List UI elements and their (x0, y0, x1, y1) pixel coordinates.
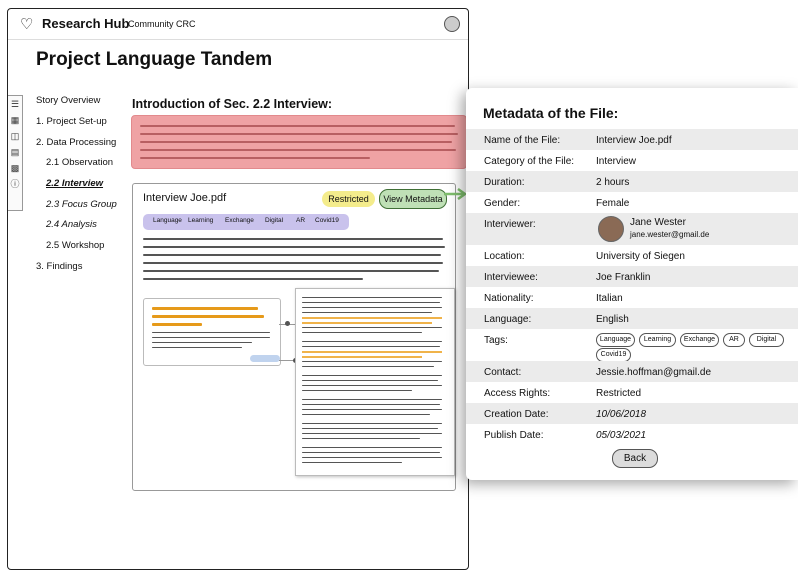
row-value: Interview Joe.pdf (596, 135, 672, 146)
metadata-row: Access Rights: Restricted (466, 382, 798, 403)
interviewer-avatar (598, 216, 624, 242)
tag-ar[interactable]: AR (296, 217, 305, 224)
row-key: Gender: (484, 198, 521, 209)
tag-covid19[interactable]: Covid19 (596, 348, 631, 362)
menu-icon[interactable]: ☰ (8, 96, 22, 112)
row-value: University of Siegen (596, 251, 685, 262)
row-key: Language: (484, 314, 532, 325)
document-preview[interactable] (295, 288, 455, 476)
metadata-panel: Metadata of the File: Name of the File: … (466, 88, 798, 480)
brand-name[interactable]: Research Hub (42, 16, 129, 31)
nav-data-processing[interactable]: 2. Data Processing (36, 137, 116, 148)
row-key: Creation Date: (484, 409, 549, 420)
nav-analysis[interactable]: 2.4 Analysis (46, 219, 97, 230)
row-key: Contact: (484, 367, 522, 378)
metadata-row: Location: University of Siegen (466, 245, 798, 266)
metadata-title: Metadata of the File: (483, 105, 619, 121)
image-icon[interactable]: ▩ (8, 160, 22, 176)
tag-digital[interactable]: Digital (265, 217, 283, 224)
row-key: Access Rights: (484, 388, 551, 399)
interviewer-name: Jane Wester (630, 217, 686, 228)
file-title: Interview Joe.pdf (143, 192, 227, 204)
community-name: Community CRC (128, 19, 196, 29)
tag-exchange[interactable]: Exchange (225, 217, 254, 224)
nav-focus-group[interactable]: 2.3 Focus Group (46, 199, 117, 210)
row-value[interactable]: Jessie.hoffman@gmail.de (596, 367, 711, 378)
document-icon[interactable]: ▤ (8, 144, 22, 160)
back-button[interactable]: Back (612, 449, 658, 468)
metadata-row: Contact: Jessie.hoffman@gmail.de (466, 361, 798, 382)
tag-digital[interactable]: Digital (749, 333, 784, 347)
icon-rail: ☰ ▦ ◫ ▤ ▩ ⓘ (8, 95, 23, 211)
tag-exchange[interactable]: Exchange (680, 333, 719, 347)
metadata-row: Interviewee: Joe Franklin (466, 266, 798, 287)
row-key: Duration: (484, 177, 525, 188)
metadata-row-interviewer: Interviewer: Jane Wester jane.wester@gma… (466, 213, 798, 245)
row-value: English (596, 314, 629, 325)
user-icon[interactable] (444, 16, 460, 32)
nav-story-overview[interactable]: Story Overview (36, 95, 100, 106)
info-icon[interactable]: ⓘ (8, 176, 22, 192)
view-metadata-button[interactable]: View Metadata (379, 189, 447, 209)
row-value: Interview (596, 156, 637, 167)
metadata-row: Name of the File: Interview Joe.pdf (466, 129, 798, 150)
row-value: Joe Franklin (596, 272, 651, 283)
row-value: Restricted (596, 388, 642, 399)
nav-interview[interactable]: 2.2 Interview (46, 178, 103, 189)
tag-language[interactable]: Language (153, 217, 182, 224)
heart-logo-icon: ♡ (20, 16, 34, 33)
metadata-row: Duration: 2 hours (466, 171, 798, 192)
metadata-row-tags: Tags: Language Learning Exchange AR Digi… (466, 329, 798, 362)
quote-link-button[interactable] (250, 355, 280, 362)
row-key: Nationality: (484, 293, 534, 304)
row-value: 05/03/2021 (596, 430, 647, 441)
row-key: Name of the File: (484, 135, 561, 146)
row-value: Female (596, 198, 630, 209)
metadata-row: Nationality: Italian (466, 287, 798, 308)
calendar-icon[interactable]: ▦ (8, 112, 22, 128)
tag-ar[interactable]: AR (723, 333, 745, 347)
restricted-badge: Restricted (322, 191, 375, 207)
tag-language[interactable]: Language (596, 333, 635, 347)
interviewer-email[interactable]: jane.wester@gmail.de (630, 230, 709, 239)
tag-covid19[interactable]: Covid19 (315, 217, 339, 224)
row-key: Category of the File: (484, 156, 575, 167)
nav-observation[interactable]: 2.1 Observation (46, 157, 113, 168)
quote-card (143, 298, 281, 366)
row-key: Interviewee: (484, 272, 538, 283)
book-icon[interactable]: ◫ (8, 128, 22, 144)
section-title: Introduction of Sec. 2.2 Interview: (132, 97, 333, 111)
row-key: Location: (484, 251, 525, 262)
tag-learning[interactable]: Learning (639, 333, 676, 347)
intro-text-box (131, 115, 467, 169)
tag-learning[interactable]: Learning (188, 217, 213, 224)
nav-findings[interactable]: 3. Findings (36, 261, 82, 272)
row-value: 10/06/2018 (596, 409, 647, 420)
metadata-row: Category of the File: Interview (466, 150, 798, 171)
row-key: Tags: (484, 335, 508, 346)
row-value: 2 hours (596, 177, 630, 188)
tag-bar: Language Learning Exchange Digital AR Co… (143, 214, 349, 230)
row-key: Interviewer: (484, 219, 536, 230)
metadata-row: Gender: Female (466, 192, 798, 213)
metadata-row: Publish Date: 05/03/2021 (466, 424, 798, 445)
top-bar: ♡ Research Hub Community CRC (8, 9, 468, 40)
metadata-row: Creation Date: 10/06/2018 (466, 403, 798, 424)
nav-project-setup[interactable]: 1. Project Set-up (36, 116, 107, 127)
nav-workshop[interactable]: 2.5 Workshop (46, 240, 104, 251)
file-card: Interview Joe.pdf Restricted View Metada… (132, 183, 456, 491)
page-title: Project Language Tandem (36, 49, 273, 70)
row-key: Publish Date: (484, 430, 544, 441)
main-window: ♡ Research Hub Community CRC Project Lan… (7, 8, 469, 570)
row-value: Italian (596, 293, 623, 304)
metadata-row: Language: English (466, 308, 798, 329)
